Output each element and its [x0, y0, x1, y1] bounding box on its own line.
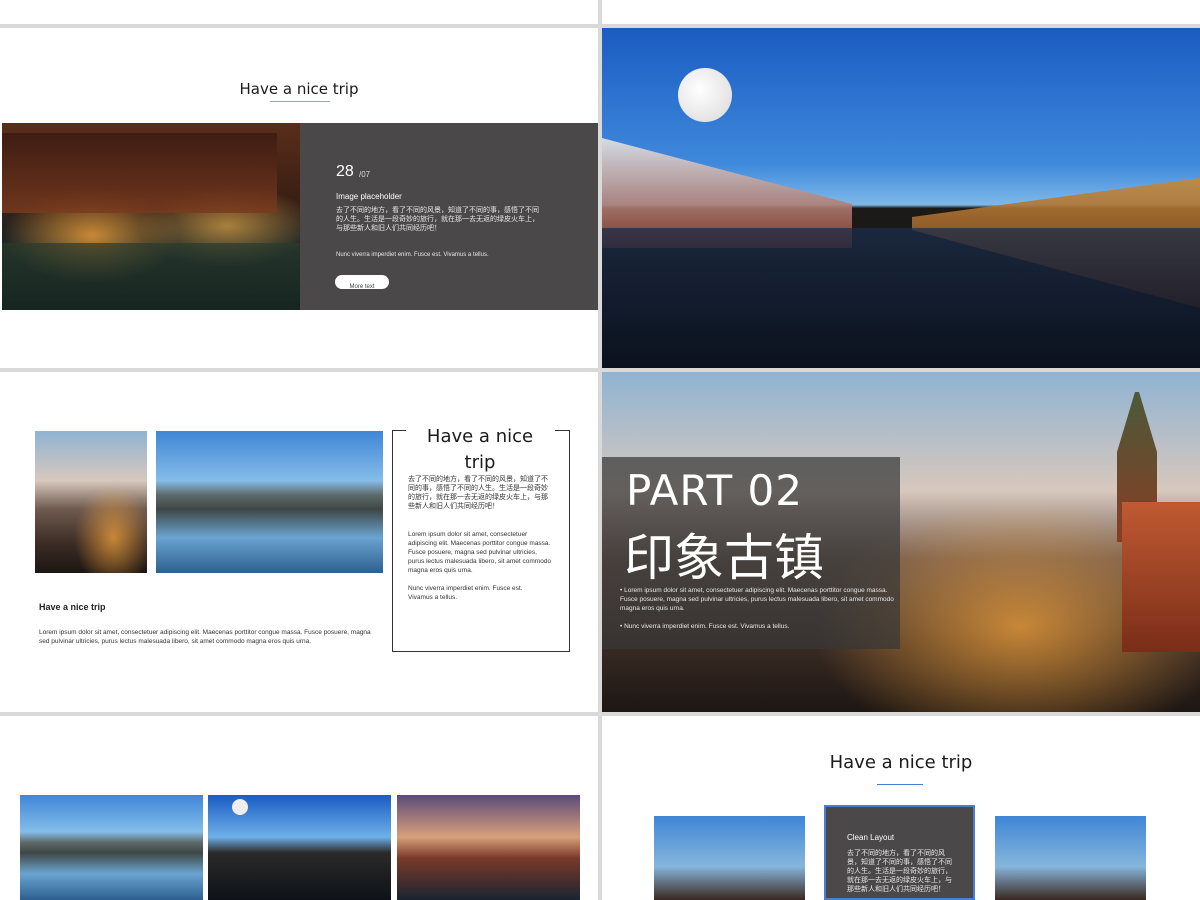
card-title: Have a nice trip — [426, 426, 534, 473]
slide-part-02[interactable]: PART 02 印象古镇 • Lorem ipsum dolor sit ame… — [602, 372, 1200, 712]
slide-three-photos[interactable] — [0, 716, 598, 900]
slide-canal-photo[interactable] — [602, 28, 1200, 368]
left-text: Lorem ipsum dolor sit amet, consectetuer… — [39, 629, 371, 645]
latin-text: Nunc viverra imperdiet enim. Fusce est. … — [336, 252, 489, 258]
right-photo — [995, 816, 1146, 900]
bridge-photo-3 — [397, 795, 580, 900]
bullet-one: • Lorem ipsum dolor sit amet, consectetu… — [620, 586, 895, 613]
slide-top-right-partial[interactable] — [602, 0, 1200, 24]
center-card: Clean Layout 去了不同的地方，看了不同的风景，知道了不同的事，感悟了… — [824, 805, 975, 900]
canal-photo-2 — [208, 795, 391, 900]
more-text-label: More text — [349, 284, 375, 290]
slide-clean-layout[interactable]: Have a nice trip Clean Layout 去了不同的地方，看了… — [602, 716, 1200, 900]
date-month: /07 — [359, 170, 371, 179]
chinese-title: 印象古镇 — [624, 530, 824, 586]
card-chinese-text: 去了不同的地方，看了不同的风景，知道了不同的事，感悟了不同的人生。生活是一段奇妙… — [408, 476, 548, 510]
slide-card-layout[interactable]: Have a nice trip 去了不同的地方，看了不同的风景，知道了不同的事… — [0, 372, 598, 712]
moon-small-icon — [232, 799, 248, 815]
building-silhouette — [2, 133, 277, 213]
bullet-one-text: Lorem ipsum dolor sit amet, consectetuer… — [620, 587, 894, 612]
more-text-button[interactable]: More text — [335, 275, 389, 290]
slide-title-2: Have a nice trip — [829, 752, 973, 773]
city-photo-small — [35, 431, 147, 573]
card-top-left-border — [392, 430, 406, 431]
image-caption: Image placeholder — [336, 192, 402, 201]
card-top-right-border — [555, 430, 569, 431]
right-building — [1122, 502, 1200, 652]
bullet-two: • Nunc viverra imperdiet enim. Fusce est… — [620, 622, 895, 631]
village-photo-1 — [20, 795, 203, 900]
title-underline — [270, 101, 330, 102]
card-chinese-text-2: 去了不同的地方，看了不同的风景，知道了不同的事，感悟了不同的人生。生活是一段奇妙… — [847, 850, 952, 893]
card-nunc: Nunc viverra imperdiet enim. Fusce est. … — [408, 585, 523, 601]
card-title-2: Clean Layout — [847, 833, 895, 842]
chinese-text: 去了不同的地方，看了不同的风景，知道了不同的事，感悟了不同的人生。生活是一段奇妙… — [336, 207, 539, 232]
canal-water — [602, 228, 1200, 368]
moon-icon — [678, 68, 732, 122]
water-reflection — [2, 243, 302, 310]
town-photo — [2, 123, 302, 310]
part-title: PART 02 — [626, 466, 803, 515]
bullet-two-text: Nunc viverra imperdiet enim. Fusce est. … — [624, 623, 790, 630]
slide-top-left-partial[interactable] — [0, 0, 598, 24]
title-underline-2 — [877, 784, 923, 785]
date-day: 28 — [336, 163, 354, 180]
slide-title: Have a nice trip — [239, 80, 359, 98]
village-water-photo — [156, 431, 383, 573]
left-title: Have a nice trip — [39, 602, 106, 612]
info-panel: 28 /07 Image placeholder 去了不同的地方，看了不同的风景… — [300, 123, 598, 310]
slide-nice-trip-banner[interactable]: Have a nice trip 28 /07 Image placeholde… — [0, 28, 598, 368]
card-lorem: Lorem ipsum dolor sit amet, consectetuer… — [408, 531, 552, 574]
left-photo — [654, 816, 805, 900]
